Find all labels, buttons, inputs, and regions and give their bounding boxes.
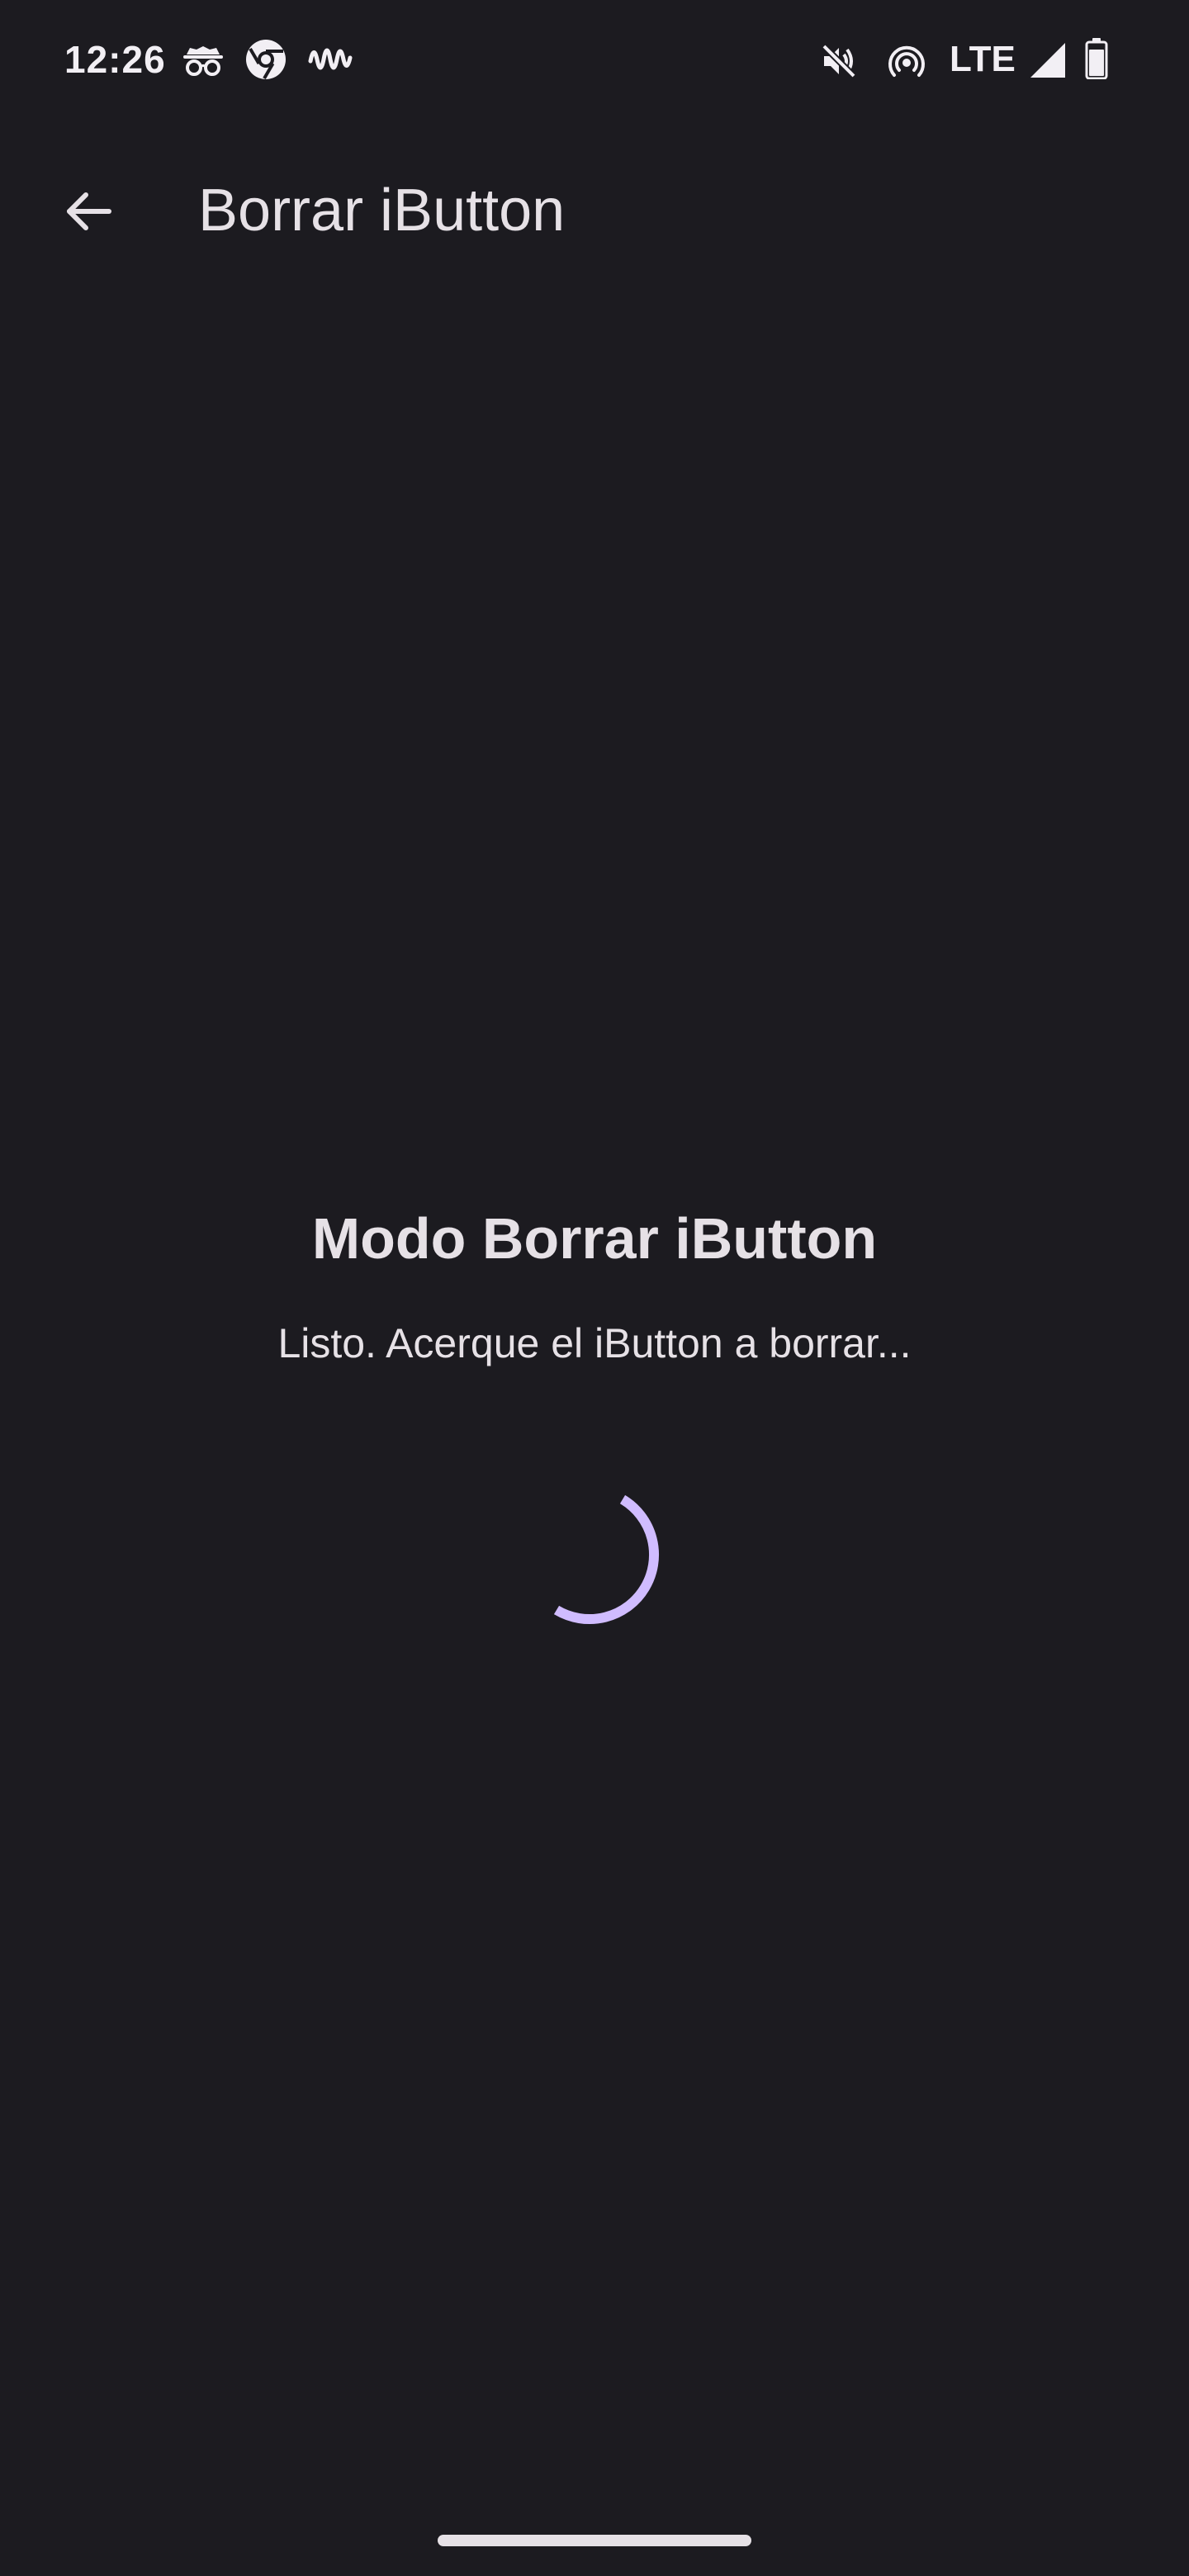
status-bar: 12:26 LTE <box>0 0 1189 116</box>
incognito-icon <box>183 46 223 76</box>
waveform-icon <box>308 48 353 70</box>
page-title: Borrar iButton <box>198 178 566 244</box>
battery-icon <box>1085 38 1108 79</box>
chrome-icon <box>246 40 286 80</box>
signal-icon <box>1030 43 1065 78</box>
loading-spinner <box>553 1494 660 1625</box>
back-button[interactable] <box>38 162 137 261</box>
hotspot-icon <box>888 45 925 77</box>
arrow-back-icon <box>67 192 111 230</box>
status-time: 12:26 <box>64 38 166 81</box>
mode-title: Modo Borrar iButton <box>311 1206 878 1271</box>
status-message: Listo. Acerque el iButton a borrar... <box>277 1320 912 1366</box>
home-indicator[interactable] <box>438 2535 751 2546</box>
network-type: LTE <box>950 39 1016 79</box>
app-bar: Borrar iButton <box>0 132 1189 289</box>
mute-icon <box>822 44 856 78</box>
